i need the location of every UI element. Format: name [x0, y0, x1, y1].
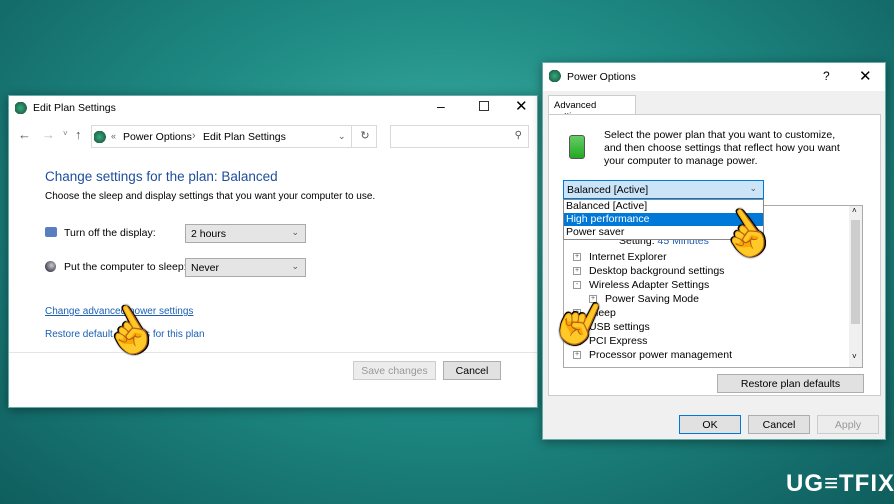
- cancel-button[interactable]: Cancel: [748, 415, 810, 434]
- tree-item-desktop-background[interactable]: + Desktop background settings: [573, 264, 732, 278]
- expand-icon[interactable]: +: [573, 267, 581, 276]
- search-input[interactable]: ⚲: [390, 125, 529, 148]
- forward-button[interactable]: →: [42, 127, 55, 142]
- scroll-down-icon[interactable]: ˅: [852, 352, 857, 361]
- sleep-label: Put the computer to sleep:: [64, 261, 187, 273]
- page-title: Change settings for the plan: Balanced: [45, 169, 278, 184]
- window-title: Edit Plan Settings: [33, 102, 116, 114]
- back-button[interactable]: ←: [18, 127, 31, 142]
- expand-icon[interactable]: +: [573, 253, 581, 262]
- scroll-up-icon[interactable]: ˄: [852, 206, 857, 215]
- breadcrumb-edit-plan[interactable]: Edit Plan Settings: [203, 131, 286, 143]
- edit-plan-settings-window: Edit Plan Settings – ✕ ← → ˅ ↑ « Power O…: [8, 95, 538, 408]
- expand-icon[interactable]: +: [573, 351, 581, 360]
- power-plan-icon: [15, 102, 29, 114]
- cancel-button[interactable]: Cancel: [443, 361, 501, 380]
- chevron-down-icon: ⌄: [291, 261, 299, 271]
- tab-advanced-settings[interactable]: Advanced settings: [548, 95, 636, 122]
- plan-select[interactable]: Balanced [Active] ⌄: [563, 180, 764, 199]
- tree-scrollbar[interactable]: ˄ ˅: [849, 206, 862, 367]
- tree-item-label: Power Saving Mode: [605, 293, 699, 305]
- plan-selected-value: Balanced [Active]: [567, 184, 649, 196]
- refresh-button[interactable]: ↻: [351, 125, 378, 148]
- page-description: Choose the sleep and display settings th…: [45, 191, 376, 202]
- maximize-button[interactable]: [479, 101, 489, 111]
- power-options-icon: [549, 70, 563, 82]
- save-changes-button[interactable]: Save changes: [353, 361, 436, 380]
- display-label: Turn off the display:: [64, 227, 156, 239]
- breadcrumb-overflow[interactable]: «: [111, 131, 116, 141]
- chevron-down-icon: ⌄: [749, 183, 757, 193]
- close-button[interactable]: ✕: [859, 67, 872, 85]
- tree-item-label: Internet Explorer: [589, 251, 667, 263]
- sleep-icon: [45, 261, 56, 272]
- chevron-down-icon: ⌄: [291, 227, 299, 237]
- address-dropdown-icon[interactable]: ⌄: [338, 131, 346, 142]
- ok-button[interactable]: OK: [679, 415, 741, 434]
- apply-button[interactable]: Apply: [817, 415, 879, 434]
- footer-divider: [9, 352, 537, 353]
- tree-item-internet-explorer[interactable]: + Internet Explorer: [573, 250, 732, 264]
- intro-text: Select the power plan that you want to c…: [604, 129, 840, 167]
- breadcrumb-separator: ›: [192, 130, 196, 142]
- tree-item-label: Wireless Adapter Settings: [589, 279, 710, 291]
- watermark-logo: UG≡TFIX: [786, 470, 894, 497]
- tree-item-label: Processor power management: [589, 349, 732, 361]
- restore-plan-defaults-button[interactable]: Restore plan defaults: [717, 374, 864, 393]
- tree-item-processor-power[interactable]: + Processor power management: [573, 348, 732, 362]
- power-plan-icon: [94, 131, 108, 143]
- help-button[interactable]: ?: [823, 69, 830, 83]
- dialog-title: Power Options: [567, 71, 636, 83]
- display-timeout-select[interactable]: 2 hours ⌄: [185, 224, 306, 243]
- collapse-icon[interactable]: -: [573, 281, 581, 290]
- up-button[interactable]: ↑: [75, 127, 82, 142]
- tree-item-wireless-adapter[interactable]: - Wireless Adapter Settings: [573, 278, 732, 292]
- breadcrumb-power-options[interactable]: Power Options: [123, 131, 192, 143]
- power-options-dialog: Power Options ? ✕ Advanced settings Sele…: [542, 62, 886, 440]
- display-icon: [45, 227, 57, 237]
- recent-dropdown[interactable]: ˅: [63, 129, 68, 138]
- sleep-timeout-select[interactable]: Never ⌄: [185, 258, 306, 277]
- close-button[interactable]: ✕: [515, 97, 528, 115]
- address-bar[interactable]: « Power Options › Edit Plan Settings ⌄ ↻: [91, 125, 377, 148]
- tree-item-label: Desktop background settings: [589, 265, 725, 277]
- battery-icon: [569, 135, 585, 159]
- minimize-button[interactable]: –: [437, 98, 445, 114]
- display-value: 2 hours: [191, 228, 227, 240]
- sleep-value: Never: [191, 262, 220, 274]
- scrollbar-thumb[interactable]: [851, 220, 860, 324]
- search-icon: ⚲: [514, 130, 522, 141]
